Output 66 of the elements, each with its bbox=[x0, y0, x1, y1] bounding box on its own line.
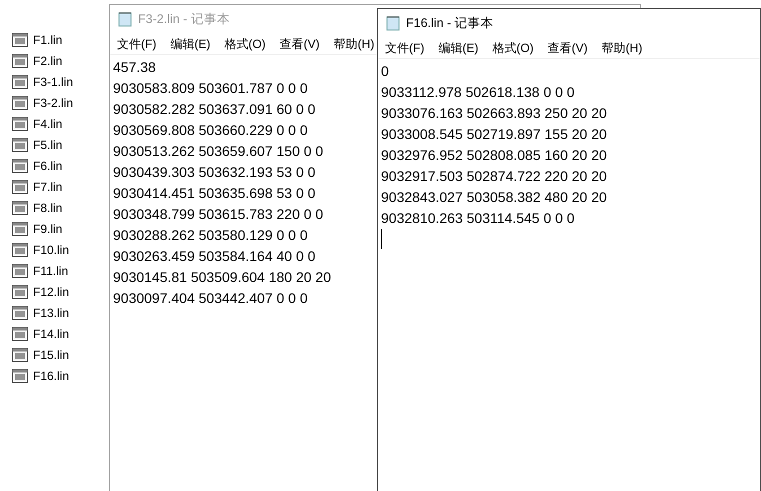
file-label[interactable]: F3-1.lin bbox=[33, 72, 74, 90]
file-icon bbox=[12, 264, 28, 278]
menu-item[interactable]: 查看(V) bbox=[272, 34, 327, 52]
file-label[interactable]: F3-2.lin bbox=[33, 94, 74, 112]
menu-item[interactable]: 帮助(H) bbox=[594, 38, 650, 56]
file-label[interactable]: F12.lin bbox=[33, 282, 70, 300]
file-label[interactable]: F15.lin bbox=[33, 346, 70, 364]
file-label[interactable]: F8.lin bbox=[33, 198, 62, 216]
text-line: 9030288.262 503580.129 0 0 0 bbox=[113, 226, 308, 245]
text-line: 9033076.163 502663.893 250 20 20 bbox=[381, 104, 607, 123]
window-title: F3-2.lin - 记事本 bbox=[138, 10, 230, 28]
text-line: 9030348.799 503615.783 220 0 0 bbox=[113, 205, 324, 224]
file-icon bbox=[12, 368, 28, 382]
text-line: 9030263.459 503584.164 40 0 0 bbox=[113, 247, 316, 266]
file-label[interactable]: F6.lin bbox=[33, 156, 62, 174]
text-line: 9032810.263 503114.545 0 0 0 bbox=[381, 209, 575, 228]
file-icon bbox=[12, 96, 28, 110]
file-icon bbox=[12, 200, 28, 214]
text-line: 9030582.282 503637.091 60 0 0 bbox=[113, 100, 316, 119]
file-icon bbox=[12, 284, 28, 298]
window-title: F16.lin - 记事本 bbox=[406, 14, 494, 32]
text-line: 9030145.81 503509.604 180 20 20 bbox=[113, 268, 331, 287]
text-line: 9033008.545 502719.897 155 20 20 bbox=[381, 125, 607, 144]
text-line: 9032843.027 503058.382 480 20 20 bbox=[381, 188, 607, 207]
file-label[interactable]: F7.lin bbox=[33, 178, 62, 196]
text-line: 9030583.809 503601.787 0 0 0 bbox=[113, 79, 308, 98]
menu-item[interactable]: 查看(V) bbox=[540, 38, 595, 56]
text-line: 9030513.262 503659.607 150 0 0 bbox=[113, 142, 324, 161]
text-line: 9030414.451 503635.698 53 0 0 bbox=[113, 184, 316, 203]
file-icon bbox=[12, 242, 28, 256]
file-icon bbox=[12, 158, 28, 172]
file-icon bbox=[12, 138, 28, 152]
file-label[interactable]: F2.lin bbox=[33, 52, 62, 70]
file-icon bbox=[12, 180, 28, 194]
text-line: 9030569.808 503660.229 0 0 0 bbox=[113, 121, 308, 140]
file-label[interactable]: F4.lin bbox=[33, 114, 62, 132]
text-line: 9033112.978 502618.138 0 0 0 bbox=[381, 83, 575, 102]
menu-item[interactable]: 编辑(E) bbox=[431, 38, 486, 56]
file-icon bbox=[12, 32, 28, 46]
file-label[interactable]: F14.lin bbox=[33, 324, 70, 342]
notepad-icon bbox=[386, 15, 400, 31]
text-line: 9032917.503 502874.722 220 20 20 bbox=[381, 167, 607, 186]
menu-item[interactable]: 格式(O) bbox=[217, 34, 273, 52]
menu-item[interactable]: 编辑(E) bbox=[163, 34, 218, 52]
file-label[interactable]: F5.lin bbox=[33, 136, 62, 154]
file-icon bbox=[12, 348, 28, 362]
file-icon bbox=[12, 326, 28, 340]
text-line: 9030439.303 503632.193 53 0 0 bbox=[113, 163, 316, 182]
file-label[interactable]: F10.lin bbox=[33, 240, 70, 258]
file-label[interactable]: F1.lin bbox=[33, 30, 62, 48]
text-line: 9032976.952 502808.085 160 20 20 bbox=[381, 146, 607, 165]
file-icon bbox=[12, 116, 28, 130]
menu-item[interactable]: 格式(O) bbox=[485, 38, 541, 56]
file-icon bbox=[12, 74, 28, 88]
file-label[interactable]: F13.lin bbox=[33, 304, 70, 322]
text-line: 457.38 bbox=[113, 58, 156, 77]
file-label[interactable]: F11.lin bbox=[33, 262, 68, 280]
file-icon bbox=[12, 222, 28, 236]
text-line: 9030097.404 503442.407 0 0 0 bbox=[113, 289, 308, 308]
menu-item[interactable]: 文件(F) bbox=[110, 34, 164, 52]
notepad-icon bbox=[118, 11, 132, 27]
file-label[interactable]: F9.lin bbox=[33, 220, 62, 238]
file-icon bbox=[12, 54, 28, 68]
file-icon bbox=[12, 306, 28, 320]
file-label[interactable]: F16.lin bbox=[33, 366, 70, 384]
text-line: 0 bbox=[381, 62, 389, 81]
